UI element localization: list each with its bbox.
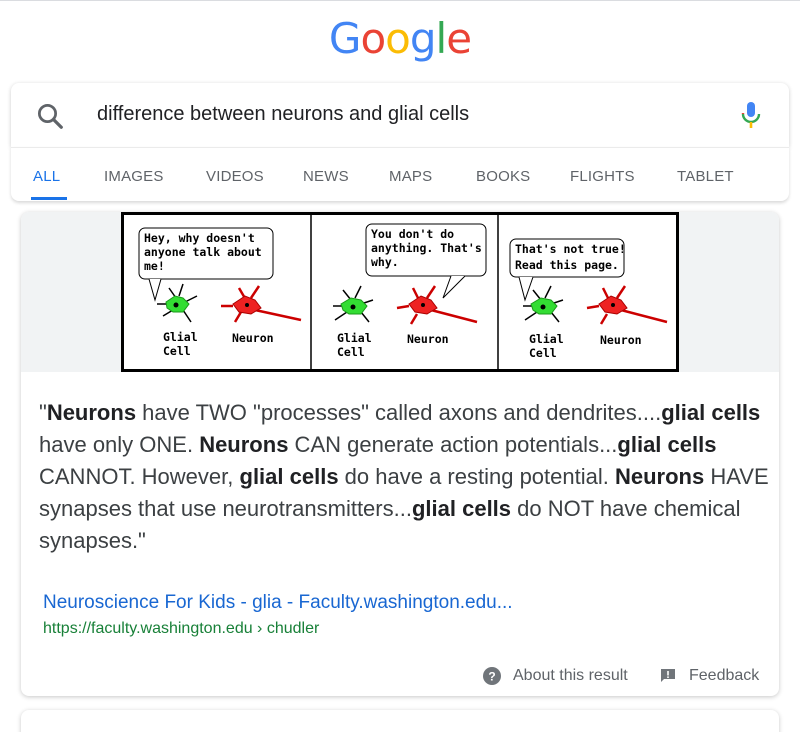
panel1-bubble-line1: Hey, why doesn't: [144, 231, 255, 245]
snippet-span: have only ONE.: [39, 432, 200, 457]
snippet-bold: glial cells: [411, 496, 512, 521]
panel2-glial-label-line1: Glial: [337, 331, 372, 345]
tab-all[interactable]: ALL: [33, 168, 60, 185]
tab-maps[interactable]: MAPS: [389, 168, 432, 185]
image-band: Hey, why doesn't anyone talk about me! G…: [21, 212, 779, 372]
panel1-bubble-line2: anyone talk about: [144, 245, 262, 259]
snippet-bold: Neurons: [46, 400, 137, 425]
panel3-glial-label-line1: Glial: [529, 332, 564, 346]
search-tabs: ALL IMAGES VIDEOS NEWS MAPS BOOKS FLIGHT…: [11, 147, 789, 201]
panel2-bubble-line3: why.: [371, 255, 399, 269]
snippet-bold: glial cells: [617, 432, 717, 457]
feedback-button[interactable]: Feedback: [659, 665, 759, 687]
snippet-bold: glial cells: [239, 464, 339, 489]
snippet-span: CANNOT. However,: [39, 464, 240, 489]
panel1-bubble-line3: me!: [144, 259, 165, 273]
svg-text:?: ?: [488, 670, 495, 684]
search-icon[interactable]: [35, 101, 65, 131]
top-divider: [0, 0, 800, 1]
search-input[interactable]: difference between neurons and glial cel…: [97, 103, 469, 126]
snippet-text: "Neurons have TWO "processes" called axo…: [39, 397, 769, 557]
panel3-neuron-label: Neuron: [600, 333, 642, 347]
tab-images[interactable]: IMAGES: [104, 168, 164, 185]
logo-letter: l: [435, 14, 448, 63]
about-label: About this result: [513, 667, 628, 684]
snippet-bold: glial cells: [661, 400, 761, 425]
logo-letter: g: [409, 14, 437, 63]
panel3-glial-label-line2: Cell: [529, 346, 557, 360]
search-box[interactable]: difference between neurons and glial cel…: [11, 83, 789, 147]
result-title-link[interactable]: Neuroscience For Kids - glia - Faculty.w…: [43, 592, 513, 614]
featured-snippet-card: Hey, why doesn't anyone talk about me! G…: [21, 212, 779, 696]
result-url[interactable]: https://faculty.washington.edu › chudler: [43, 620, 319, 638]
snippet-quote: ": [39, 400, 47, 425]
feedback-icon: [661, 669, 675, 682]
panel1-glial-label-line1: Glial: [163, 330, 198, 344]
panel3-bubble-line1: That's not true!: [515, 242, 626, 256]
panel1-glial-label-line2: Cell: [163, 344, 191, 358]
panel3-bubble-line2: Read this page.: [515, 258, 619, 272]
panel1-neuron-label: Neuron: [232, 331, 274, 345]
logo-letter: e: [446, 14, 472, 63]
panel2-bubble-line1: You don't do: [371, 227, 454, 241]
logo-letter: G: [328, 14, 362, 63]
about-this-result-button[interactable]: ? About this result: [483, 665, 628, 687]
microphone-icon[interactable]: [739, 99, 763, 131]
tab-books[interactable]: BOOKS: [476, 168, 530, 185]
panel2-glial-label-line2: Cell: [337, 345, 365, 359]
snippet-bold: Neurons: [199, 432, 289, 457]
tab-videos[interactable]: VIDEOS: [206, 168, 264, 185]
next-result-card: [21, 710, 779, 732]
google-logo[interactable]: Google: [0, 14, 800, 63]
glia-comic-image[interactable]: Hey, why doesn't anyone talk about me! G…: [121, 212, 679, 372]
feedback-label: Feedback: [689, 667, 760, 684]
snippet-span: CAN generate action potentials...: [288, 432, 618, 457]
snippet-bold: Neurons: [614, 464, 705, 489]
snippet-span: do have a resting potential.: [338, 464, 615, 489]
panel2-bubble-line2: anything. That's: [371, 241, 482, 255]
tab-flights[interactable]: FLIGHTS: [570, 168, 635, 185]
tab-tablet[interactable]: TABLET: [677, 168, 734, 185]
logo-letter: o: [360, 14, 386, 63]
active-tab-indicator: [31, 197, 67, 200]
tab-news[interactable]: NEWS: [303, 168, 349, 185]
snippet-span: have TWO "processes" called axons and de…: [136, 400, 662, 425]
logo-letter: o: [385, 14, 411, 63]
panel2-neuron-label: Neuron: [407, 332, 449, 346]
help-icon: ?: [483, 667, 501, 685]
